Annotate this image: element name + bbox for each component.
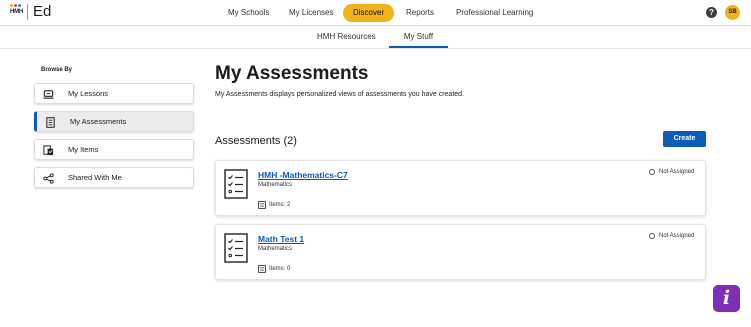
logo-dot	[14, 4, 17, 7]
status-circle-icon	[649, 169, 655, 175]
sub-nav: HMH Resources My Stuff	[0, 26, 751, 49]
assessment-doc-icon	[224, 233, 248, 263]
info-icon[interactable]: i	[713, 285, 740, 312]
status-text: Not Assigned	[659, 169, 695, 175]
browse-item-label: Shared With Me	[68, 173, 122, 182]
assessment-doc-icon	[224, 169, 248, 199]
share-icon	[43, 173, 54, 184]
logo-divider	[27, 4, 28, 20]
items-list-icon	[258, 201, 266, 209]
assessment-items-count: Items: 2	[258, 201, 290, 209]
items-icon	[43, 145, 54, 156]
assessment-items-count: Items: 0	[258, 265, 290, 273]
nav-discover[interactable]: Discover	[343, 4, 395, 22]
assessments-icon	[46, 117, 55, 128]
logo-dot	[18, 4, 21, 7]
status-circle-icon	[649, 233, 655, 239]
assessment-subject: Mathematics	[258, 246, 293, 252]
page-description: My Assessments displays personalized vie…	[215, 91, 465, 98]
nav-my-schools[interactable]: My Schools	[228, 4, 269, 22]
help-icon[interactable]: ?	[706, 7, 717, 18]
assessment-title-link[interactable]: Math Test 1	[258, 234, 304, 244]
browse-item-my-items[interactable]: My Items	[34, 139, 194, 160]
assessment-card: Math Test 1 Mathematics Items: 0 Not Ass…	[215, 224, 706, 280]
lessons-icon	[43, 90, 54, 99]
items-list-icon	[258, 265, 266, 273]
nav-professional-learning[interactable]: Professional Learning	[456, 4, 533, 22]
browse-item-my-lessons[interactable]: My Lessons	[34, 83, 194, 104]
top-bar: HMH Ed My Schools My Licenses Discover R…	[0, 0, 751, 26]
assessment-card: HMH -Mathematics-C7 Mathematics Items: 2…	[215, 160, 706, 216]
create-button[interactable]: Create	[663, 131, 706, 147]
logo-text: HMH	[10, 9, 24, 15]
section-title: Assessments (2)	[215, 135, 297, 147]
items-count-text: Items: 2	[269, 202, 291, 208]
tab-my-stuff[interactable]: My Stuff	[389, 26, 448, 48]
browse-item-shared-with-me[interactable]: Shared With Me	[34, 167, 194, 188]
logo-dot	[10, 4, 13, 7]
status-text: Not Assigned	[659, 233, 695, 239]
page-title: My Assessments	[215, 63, 369, 84]
app-name: Ed	[33, 3, 52, 20]
assessment-status: Not Assigned	[649, 233, 694, 239]
hmh-logo[interactable]: HMH	[10, 3, 24, 21]
items-count-text: Items: 0	[269, 266, 291, 272]
nav-reports[interactable]: Reports	[406, 4, 434, 22]
assessment-title-link[interactable]: HMH -Mathematics-C7	[258, 170, 348, 180]
nav-my-licenses[interactable]: My Licenses	[289, 4, 333, 22]
assessment-status: Not Assigned	[649, 169, 694, 175]
browse-item-my-assessments[interactable]: My Assessments	[34, 111, 194, 132]
browse-label: Browse By	[41, 67, 73, 73]
browse-item-label: My Items	[68, 145, 99, 154]
tab-hmh-resources[interactable]: HMH Resources	[317, 26, 376, 48]
browse-item-label: My Assessments	[70, 117, 127, 126]
browse-item-label: My Lessons	[68, 89, 109, 98]
assessment-subject: Mathematics	[258, 182, 293, 188]
avatar[interactable]: SB	[725, 5, 740, 20]
